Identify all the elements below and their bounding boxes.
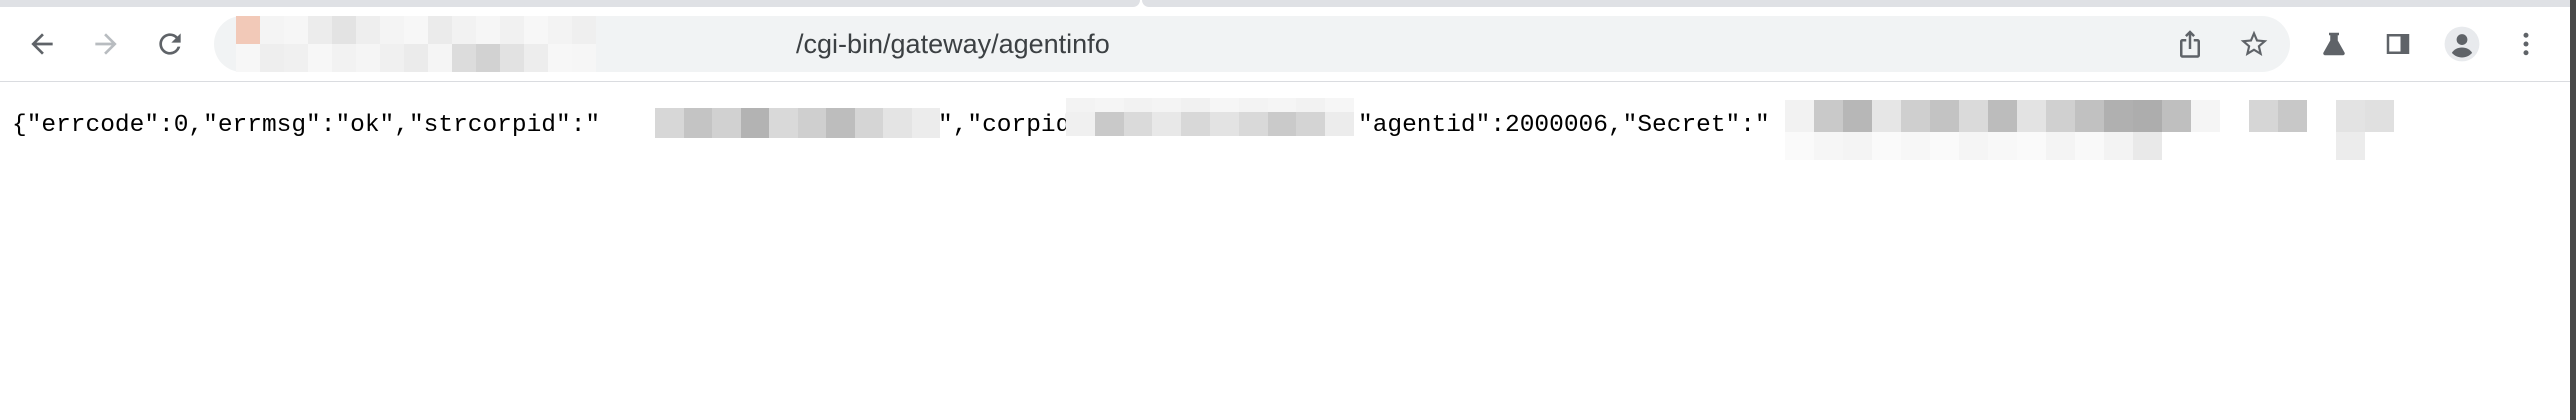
profile-button[interactable] bbox=[2440, 22, 2484, 66]
kebab-menu-icon bbox=[2523, 32, 2529, 56]
browser-toolbar: /cgi-bin/gateway/agentinfo bbox=[0, 0, 2576, 82]
star-icon bbox=[2240, 30, 2268, 56]
address-bar[interactable]: /cgi-bin/gateway/agentinfo bbox=[214, 16, 2290, 72]
redacted-strcorpid bbox=[655, 108, 940, 138]
forward-button[interactable] bbox=[84, 22, 128, 66]
browser-window: /cgi-bin/gateway/agentinfo {"errcode":0,… bbox=[0, 0, 2576, 420]
profile-icon bbox=[2444, 26, 2480, 62]
reload-icon bbox=[159, 33, 181, 55]
redacted-secret bbox=[1785, 100, 2452, 160]
json-text-errcode-strcorpid: {"errcode":0,"errmsg":"ok","strcorpid":" bbox=[12, 112, 601, 139]
share-button[interactable] bbox=[2170, 24, 2210, 64]
reload-button[interactable] bbox=[148, 22, 192, 66]
tab-strip-left bbox=[0, 0, 1140, 7]
json-text-corpid: ","corpid" bbox=[938, 112, 1086, 139]
redacted-host bbox=[236, 16, 596, 72]
tab-strip bbox=[0, 0, 2576, 8]
share-icon bbox=[2180, 30, 2200, 58]
url-path[interactable]: /cgi-bin/gateway/agentinfo bbox=[796, 16, 1110, 72]
labs-button[interactable] bbox=[2312, 22, 2356, 66]
tab-strip-right bbox=[1142, 0, 2576, 7]
back-button[interactable] bbox=[20, 22, 64, 66]
flask-icon bbox=[2323, 32, 2345, 56]
window-edge bbox=[2570, 0, 2576, 420]
browser-menu-button[interactable] bbox=[2504, 22, 2548, 66]
side-panel-icon bbox=[2386, 34, 2410, 54]
arrow-right-icon bbox=[95, 33, 117, 55]
arrow-left-icon bbox=[31, 33, 53, 55]
json-text-agentid-secret: "agentid":2000006,"Secret":" bbox=[1358, 112, 1770, 139]
bookmark-button[interactable] bbox=[2234, 24, 2274, 64]
page-content: {"errcode":0,"errmsg":"ok","strcorpid":"… bbox=[0, 82, 2570, 420]
redacted-corpid bbox=[1066, 98, 1354, 136]
side-panel-button[interactable] bbox=[2376, 22, 2420, 66]
